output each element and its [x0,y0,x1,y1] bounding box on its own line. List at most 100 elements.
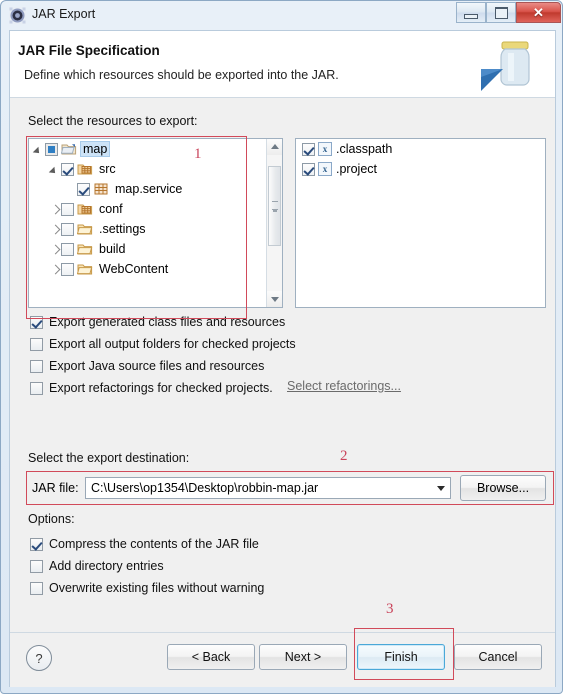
checkbox-icon[interactable] [30,381,43,395]
source-folder-icon [77,204,93,215]
tree-item-label: conf [99,202,123,216]
minimize-icon [464,13,478,19]
checkbox-icon[interactable] [61,242,74,256]
dialog-button-bar: ? < Back Next > Finish Cancel [10,632,555,687]
list-item[interactable]: x .classpath [296,139,545,159]
option-add-directory-entries[interactable]: Add directory entries [30,557,164,575]
maximize-button[interactable] [486,2,516,23]
jar-banner-icon [481,41,530,91]
list-item-label: .classpath [336,142,393,156]
options-label: Options: [28,512,75,526]
resource-tree[interactable]: map src map.service conf .settings build WebCo… [28,138,283,308]
jar-file-label: JAR file: [32,481,79,495]
scroll-down-icon[interactable] [267,291,282,307]
checkbox-icon[interactable] [302,142,315,156]
resource-file-list[interactable]: x .classpath x .project [295,138,546,308]
checkbox-icon[interactable] [30,581,43,595]
list-item-label: .project [336,162,377,176]
checkbox-icon[interactable] [61,222,74,236]
checkbox-icon[interactable] [30,315,43,329]
dialog-client-area: JAR File Specification Define which reso… [9,30,556,687]
annotation-number-3: 3 [386,601,394,617]
option-label: Export refactorings for checked projects… [49,381,273,395]
tree-item-label: build [99,242,126,256]
page-description: Define which resources should be exporte… [24,68,339,82]
checkbox-icon[interactable] [30,359,43,373]
option-label: Add directory entries [49,559,164,573]
option-export-java-source-files[interactable]: Export Java source files and resources [30,357,264,375]
cancel-button[interactable]: Cancel [454,644,542,670]
jar-export-icon [9,7,26,24]
finish-button[interactable]: Finish [357,644,445,670]
expand-arrow-closed-icon[interactable] [48,203,61,216]
tree-item-label: map.service [115,182,183,196]
checkbox-icon[interactable] [61,162,74,176]
expand-arrow-closed-icon[interactable] [48,243,61,256]
checkbox-icon[interactable] [302,162,315,176]
option-label: Export Java source files and resources [49,359,265,373]
help-button[interactable]: ? [26,645,52,671]
close-button[interactable]: ✕ [516,2,561,23]
folder-icon [77,264,93,275]
checkbox-icon[interactable] [45,142,58,156]
annotation-number-1: 1 [194,146,202,162]
page-title: JAR File Specification [18,43,160,58]
title-bar[interactable]: JAR Export ✕ [1,1,563,30]
tree-item--settings[interactable]: .settings [29,219,282,239]
tree-item-conf[interactable]: conf [29,199,282,219]
source-folder-icon [77,164,93,175]
next-button[interactable]: Next > [259,644,347,670]
jar-file-input[interactable]: C:\Users\op1354\Desktop\robbin-map.jar [86,481,432,495]
back-button[interactable]: < Back [167,644,255,670]
tree-item-label: WebContent [99,262,169,276]
browse-button[interactable]: Browse... [460,475,546,501]
annotation-number-2: 2 [340,448,348,464]
tree-item-build[interactable]: build [29,239,282,259]
checkbox-icon[interactable] [61,262,74,276]
close-icon: ✕ [533,5,544,20]
checkbox-icon[interactable] [30,559,43,573]
tree-rows: map src map.service conf .settings build WebCo… [29,139,282,279]
option-label: Overwrite existing files without warning [49,581,265,595]
option-compress-contents[interactable]: Compress the contents of the JAR file [30,535,259,553]
project-folder-icon [61,144,77,155]
tree-item-label: map [80,141,111,157]
resources-label: Select the resources to export: [28,114,198,128]
tree-item-map[interactable]: map [29,139,282,159]
scroll-up-icon[interactable] [267,139,282,155]
jar-export-dialog: JAR Export ✕ JAR File Specification Defi… [0,0,563,694]
file-rows: x .classpath x .project [296,139,545,179]
option-overwrite-existing-files[interactable]: Overwrite existing files without warning [30,579,264,597]
option-export-refactorings[interactable]: Export refactorings for checked projects… [30,379,273,397]
option-label: Export generated class files and resourc… [49,315,286,329]
maximize-icon [494,6,508,19]
option-export-all-output-folders[interactable]: Export all output folders for checked pr… [30,335,296,353]
checkbox-icon[interactable] [61,202,74,216]
destination-label: Select the export destination: [28,451,190,465]
tree-vertical-scrollbar[interactable] [266,139,282,307]
checkbox-icon[interactable] [77,182,90,196]
checkbox-icon[interactable] [30,337,43,351]
tree-item-webcontent[interactable]: WebContent [29,259,282,279]
tree-item-map-service[interactable]: map.service [29,179,282,199]
option-export-generated-class-files[interactable]: Export generated class files and resourc… [30,313,285,331]
expand-arrow-open-icon[interactable] [48,163,61,176]
chevron-down-icon[interactable] [432,478,450,498]
list-item[interactable]: x .project [296,159,545,179]
expand-arrow-closed-icon[interactable] [48,223,61,236]
tree-item-src[interactable]: src [29,159,282,179]
wizard-body: Select the resources to export: map src ma… [10,98,555,632]
option-label: Compress the contents of the JAR file [49,537,259,551]
expand-arrow-closed-icon[interactable] [48,263,61,276]
checkbox-icon[interactable] [30,537,43,551]
select-refactorings-link[interactable]: Select refactorings... [287,379,401,393]
scrollbar-thumb[interactable] [268,166,281,246]
jar-file-combo[interactable]: C:\Users\op1354\Desktop\robbin-map.jar [85,477,451,499]
xml-file-icon: x [318,162,332,176]
tree-item-label: .settings [99,222,146,236]
tree-item-label: src [99,162,116,176]
expand-arrow-open-icon[interactable] [32,143,45,156]
minimize-button[interactable] [456,2,486,23]
package-icon [94,183,108,195]
